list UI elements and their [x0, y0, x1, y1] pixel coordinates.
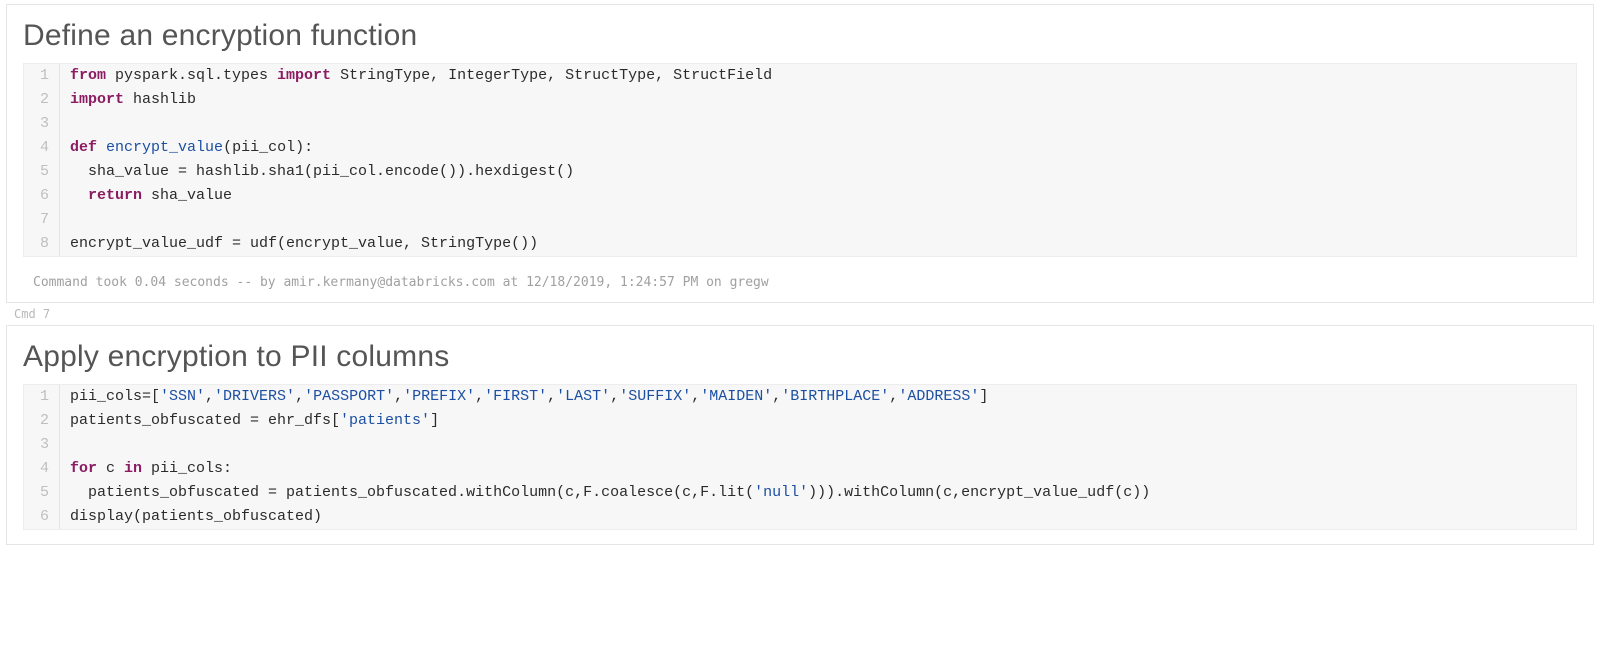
line-number: 5 — [24, 160, 60, 184]
code-text[interactable]: patients_obfuscated = patients_obfuscate… — [60, 481, 1576, 505]
code-text[interactable]: for c in pii_cols: — [60, 457, 1576, 481]
code-text[interactable]: import hashlib — [60, 88, 1576, 112]
code-line[interactable]: 4for c in pii_cols: — [24, 457, 1576, 481]
code-line[interactable]: 5 patients_obfuscated = patients_obfusca… — [24, 481, 1576, 505]
code-text[interactable] — [60, 112, 1576, 136]
cell-execution-status: Command took 0.04 seconds -- by amir.ker… — [7, 271, 1593, 302]
line-number: 2 — [24, 409, 60, 433]
code-editor[interactable]: 1from pyspark.sql.types import StringTyp… — [23, 63, 1577, 257]
code-editor[interactable]: 1pii_cols=['SSN','DRIVERS','PASSPORT','P… — [23, 384, 1577, 530]
line-number: 3 — [24, 433, 60, 457]
code-line[interactable]: 7 — [24, 208, 1576, 232]
code-line[interactable]: 6 return sha_value — [24, 184, 1576, 208]
code-line[interactable]: 5 sha_value = hashlib.sha1(pii_col.encod… — [24, 160, 1576, 184]
line-number: 8 — [24, 232, 60, 256]
code-text[interactable]: def encrypt_value(pii_col): — [60, 136, 1576, 160]
code-text[interactable]: patients_obfuscated = ehr_dfs['patients'… — [60, 409, 1576, 433]
notebook-cell[interactable]: Define an encryption function 1from pysp… — [6, 4, 1594, 303]
notebook-cell[interactable]: Apply encryption to PII columns 1pii_col… — [6, 325, 1594, 545]
code-line[interactable]: 1from pyspark.sql.types import StringTyp… — [24, 64, 1576, 88]
cell-title: Apply encryption to PII columns — [7, 326, 1593, 384]
code-text[interactable] — [60, 208, 1576, 232]
code-line[interactable]: 2import hashlib — [24, 88, 1576, 112]
code-line[interactable]: 3 — [24, 112, 1576, 136]
code-text[interactable]: encrypt_value_udf = udf(encrypt_value, S… — [60, 232, 1576, 256]
line-number: 1 — [24, 385, 60, 409]
code-text[interactable]: from pyspark.sql.types import StringType… — [60, 64, 1576, 88]
code-line[interactable]: 3 — [24, 433, 1576, 457]
code-text[interactable]: return sha_value — [60, 184, 1576, 208]
code-text[interactable]: pii_cols=['SSN','DRIVERS','PASSPORT','PR… — [60, 385, 1576, 409]
line-number: 2 — [24, 88, 60, 112]
cell-title: Define an encryption function — [7, 5, 1593, 63]
code-text[interactable]: display(patients_obfuscated) — [60, 505, 1576, 529]
line-number: 3 — [24, 112, 60, 136]
code-text[interactable] — [60, 433, 1576, 457]
line-number: 1 — [24, 64, 60, 88]
code-line[interactable]: 6display(patients_obfuscated) — [24, 505, 1576, 529]
line-number: 4 — [24, 136, 60, 160]
cmd-label: Cmd 7 — [14, 307, 1600, 321]
code-line[interactable]: 8encrypt_value_udf = udf(encrypt_value, … — [24, 232, 1576, 256]
line-number: 7 — [24, 208, 60, 232]
code-text[interactable]: sha_value = hashlib.sha1(pii_col.encode(… — [60, 160, 1576, 184]
code-line[interactable]: 1pii_cols=['SSN','DRIVERS','PASSPORT','P… — [24, 385, 1576, 409]
line-number: 6 — [24, 505, 60, 529]
line-number: 6 — [24, 184, 60, 208]
line-number: 4 — [24, 457, 60, 481]
code-line[interactable]: 2patients_obfuscated = ehr_dfs['patients… — [24, 409, 1576, 433]
code-line[interactable]: 4def encrypt_value(pii_col): — [24, 136, 1576, 160]
line-number: 5 — [24, 481, 60, 505]
